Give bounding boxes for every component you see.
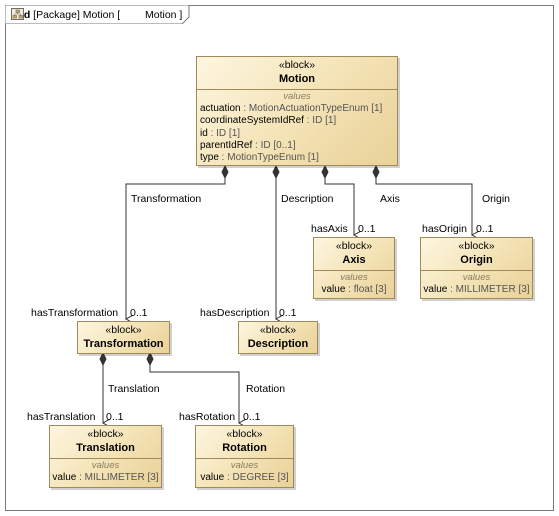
- property-row: actuation : MotionActuationTypeEnum [1]: [200, 103, 383, 114]
- block-axis[interactable]: «block» Axis values value : float [3]: [313, 237, 395, 299]
- role-name-translation: hasTranslation: [27, 411, 96, 423]
- block-rotation-compartment: values: [230, 460, 259, 471]
- role-name-description: hasDescription: [200, 307, 270, 319]
- composition-diamond-description: [272, 164, 280, 180]
- multiplicity-rotation: 0..1: [243, 411, 261, 423]
- block-translation-stereotype: «block»: [87, 428, 124, 440]
- block-transformation[interactable]: «block» Transformation: [77, 321, 170, 354]
- block-description-name: Description: [247, 338, 309, 350]
- role-name-transformation: hasTransformation: [31, 307, 119, 319]
- property-row: value : DEGREE [3]: [200, 472, 289, 483]
- multiplicity-axis: 0..1: [358, 223, 376, 235]
- association-name-translation: Translation: [108, 383, 160, 395]
- role-name-origin: hasOrigin: [422, 223, 467, 235]
- composition-diamond-rotation: [146, 351, 154, 367]
- block-motion-stereotype: «block»: [278, 59, 316, 71]
- property-row: coordinateSystemIdRef : ID [1]: [200, 115, 337, 127]
- block-axis-stereotype: «block»: [335, 240, 373, 252]
- association-name-origin: Origin: [482, 193, 511, 205]
- block-rotation[interactable]: «block» Rotation values value : DEGREE […: [195, 425, 294, 488]
- block-description[interactable]: «block» Description: [238, 321, 318, 354]
- multiplicity-description: 0..1: [279, 307, 297, 319]
- block-motion[interactable]: «block» Motion values actuation : Motion…: [196, 56, 398, 166]
- block-origin-stereotype: «block»: [458, 240, 495, 252]
- property-row: type : MotionTypeEnum [1]: [200, 152, 319, 164]
- block-origin-name: Origin: [460, 254, 493, 266]
- association-name-axis: Axis: [380, 193, 400, 205]
- multiplicity-translation: 0..1: [106, 411, 124, 423]
- association-name-transformation: Transformation: [131, 193, 202, 205]
- property-row: value : MILLIMETER [3]: [423, 284, 530, 295]
- property-row: id : ID [1]: [200, 127, 241, 139]
- block-motion-compartment: values: [283, 91, 311, 102]
- composition-diamond-transformation: [221, 164, 229, 180]
- association-name-description: Description: [281, 193, 334, 205]
- role-name-axis: hasAxis: [311, 223, 348, 235]
- block-axis-compartment: values: [340, 272, 368, 283]
- property-row: value : float [3]: [321, 284, 387, 295]
- block-origin[interactable]: «block» Origin values value : MILLIMETER…: [420, 237, 533, 299]
- multiplicity-transformation: 0..1: [130, 307, 148, 319]
- block-transformation-stereotype: «block»: [105, 324, 142, 336]
- block-description-stereotype: «block»: [259, 324, 297, 336]
- composition-diamond-axis: [321, 164, 329, 180]
- block-rotation-name: Rotation: [222, 442, 267, 454]
- composition-diamond-translation: [99, 351, 107, 367]
- block-transformation-name: Transformation: [83, 338, 164, 350]
- multiplicity-origin: 0..1: [476, 223, 494, 235]
- block-translation-name: Translation: [76, 442, 135, 454]
- block-motion-properties: actuation : MotionActuationTypeEnum [1] …: [197, 103, 397, 164]
- association-name-rotation: Rotation: [246, 383, 286, 395]
- block-translation-compartment: values: [91, 460, 120, 471]
- role-name-rotation: hasRotation: [179, 411, 236, 423]
- block-origin-compartment: values: [462, 272, 491, 283]
- property-row: parentIdRef : ID [0..1]: [200, 139, 296, 151]
- block-axis-name: Axis: [342, 254, 366, 266]
- block-motion-name: Motion: [278, 73, 316, 85]
- block-rotation-stereotype: «block»: [226, 428, 263, 440]
- block-translation[interactable]: «block» Translation values value : MILLI…: [49, 425, 162, 488]
- property-row: value : MILLIMETER [3]: [52, 472, 159, 483]
- composition-diamond-origin: [372, 164, 380, 180]
